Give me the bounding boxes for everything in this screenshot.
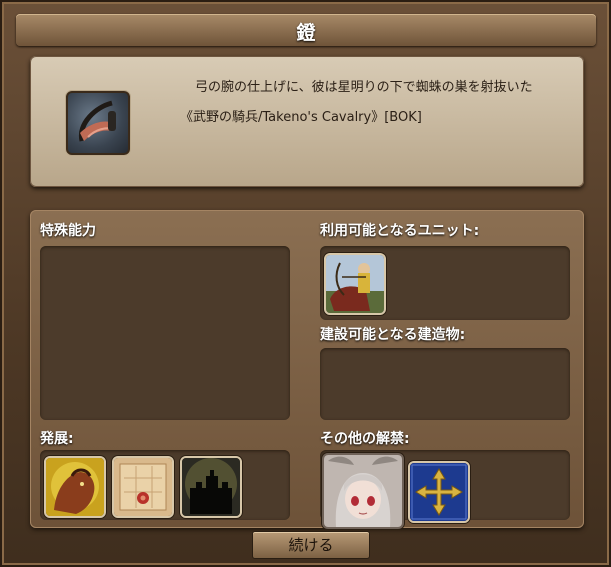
mounted-archer-icon[interactable] [324,253,386,315]
continue-button[interactable]: 続ける [252,531,370,559]
buildable-structures-label: 建設可能となる建造物: [320,327,466,343]
flavor-quote: 弓の腕の仕上げに、彼は星明りの下で蜘蛛の巣を射抜いた [195,80,533,95]
dialog-title: 鐙 [296,22,316,44]
beast-icon[interactable] [44,456,106,518]
stirrup-icon [66,91,130,155]
development-label: 発展: [40,431,74,447]
unit-reference: 《武野の騎兵/Takeno's Cavalry》[BOK] [180,110,422,125]
castle-silhouette-icon[interactable] [180,456,242,518]
compass-cross-icon[interactable] [408,461,470,523]
character-portrait-icon[interactable] [322,453,404,529]
other-unlocks-label: その他の解禁: [320,431,410,447]
buildable-structures-slot [320,348,570,420]
map-scroll-icon[interactable] [112,456,174,518]
special-abilities-label: 特殊能力 [40,223,96,239]
available-units-label: 利用可能となるユニット: [320,223,480,239]
title-bar: 鐙 [16,14,596,46]
special-abilities-slot [40,246,290,420]
